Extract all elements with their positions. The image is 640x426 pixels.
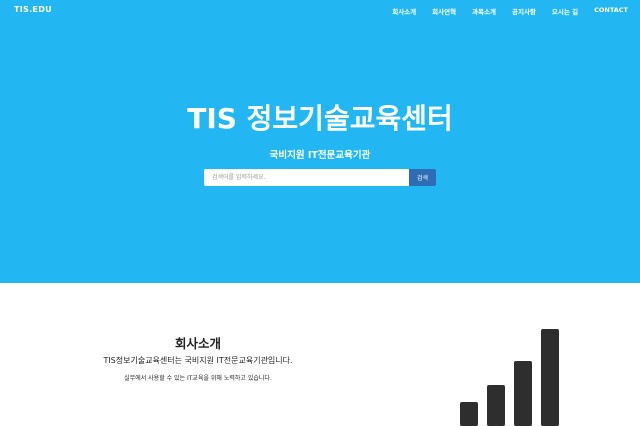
search-form: 검색 [204,169,436,186]
main-nav: 회사소개 회사연혁 과목소개 공지사항 오시는 길 CONTACT [376,6,628,16]
about-description: TIS정보기술교육센터는 국비지원 IT전문교육기관입니다. [103,356,293,365]
nav-item-contact[interactable]: CONTACT [594,6,628,16]
signal-bar-2 [487,385,505,426]
nav-item-directions[interactable]: 오시는 길 [552,6,578,16]
nav-item-courses[interactable]: 과목소개 [472,6,496,16]
hero-subtitle: 국비지원 IT전문교육기관 [269,150,371,161]
nav-item-company-intro[interactable]: 회사소개 [392,6,416,16]
search-input[interactable] [204,169,409,186]
signal-bar-4 [541,329,559,426]
signal-bar-1 [460,402,478,426]
about-title: 회사소개 [174,336,221,351]
hero-title: TIS 정보기술교육센터 [187,102,453,135]
hero-section: TIS.EDU 회사소개 회사연혁 과목소개 공지사항 오시는 길 CONTAC… [0,0,640,283]
nav-item-company-history[interactable]: 회사연혁 [432,6,456,16]
about-subdescription: 실무에서 사용할 수 있는 IT교육을 위해 노력하고 있습니다. [124,375,272,382]
signal-bar-3 [514,361,532,426]
signal-bars-icon [458,325,562,426]
nav-item-notices[interactable]: 공지사항 [512,6,536,16]
brand-logo[interactable]: TIS.EDU [14,5,52,14]
search-button[interactable]: 검색 [409,169,436,186]
